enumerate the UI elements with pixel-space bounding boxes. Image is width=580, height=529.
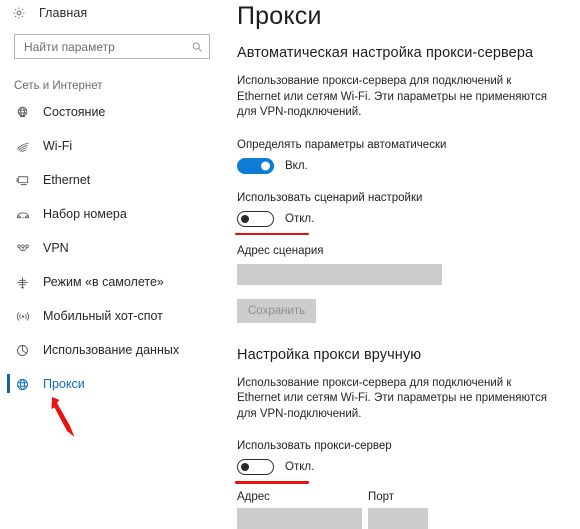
port-input[interactable]: [368, 508, 428, 529]
gear-icon: [12, 6, 27, 21]
sidebar-group-label: Сеть и Интернет: [14, 80, 103, 92]
pie-chart-icon: [14, 342, 31, 359]
use-proxy-toggle[interactable]: [237, 459, 274, 475]
search-input[interactable]: [15, 35, 185, 58]
sidebar-item-label: Мобильный хот-спот: [43, 309, 163, 323]
port-field-group: Порт: [368, 491, 458, 529]
toggle-knob: [261, 161, 270, 170]
globe-status-icon: [14, 104, 31, 121]
sidebar-item-label: Wi-Fi: [43, 139, 73, 153]
use-script-toggle-row: Откл.: [235, 210, 452, 235]
airplane-icon: [14, 274, 31, 291]
sidebar-item-ethernet[interactable]: Ethernet: [0, 169, 228, 191]
use-script-state: Откл.: [285, 212, 315, 225]
address-field-group: Адрес: [237, 491, 368, 529]
ethernet-icon: [14, 172, 31, 189]
proxy-settings-pane: Прокси Автоматическая настройка прокси-с…: [235, 0, 580, 529]
use-script-toggle[interactable]: [237, 210, 274, 227]
sidebar-nav-list: Состояние Wi-Fi Ethernet Набор номера VP…: [0, 101, 228, 395]
port-label: Порт: [368, 491, 395, 503]
dialup-phone-icon: [14, 206, 31, 223]
toggle-knob: [241, 214, 249, 223]
sidebar-item-dialup[interactable]: Набор номера: [0, 203, 228, 225]
vpn-icon: [14, 240, 31, 257]
address-port-row: Адрес Порт: [237, 491, 580, 529]
use-script-label: Использовать сценарий настройки: [237, 191, 423, 204]
address-label: Адрес: [237, 491, 270, 503]
use-proxy-toggle-row: Откл.: [235, 459, 452, 484]
sidebar-item-label: Состояние: [43, 105, 106, 119]
page-title: Прокси: [237, 2, 322, 30]
script-address-label: Адрес сценария: [237, 244, 324, 257]
wifi-icon: [14, 138, 31, 155]
auto-detect-toggle-row: Вкл.: [237, 157, 452, 174]
sidebar-item-mobile-hotspot[interactable]: Мобильный хот-спот: [0, 305, 228, 327]
sidebar-item-label: Ethernet: [43, 173, 91, 187]
toggle-knob: [241, 463, 249, 471]
globe-proxy-icon: [14, 376, 31, 393]
sidebar-item-status[interactable]: Состояние: [0, 101, 228, 123]
auto-detect-toggle[interactable]: [237, 157, 274, 174]
sidebar-item-wifi[interactable]: Wi-Fi: [0, 135, 228, 157]
auto-setup-heading: Автоматическая настройка прокси-сервера: [237, 45, 534, 61]
use-proxy-label: Использовать прокси-сервер: [237, 440, 392, 452]
sidebar-item-label: Прокси: [43, 377, 85, 391]
settings-sidebar: Главная Сеть и Интернет Состояние: [0, 0, 228, 507]
red-underline-annotation: [235, 232, 309, 235]
sidebar-item-home[interactable]: Главная: [0, 2, 228, 24]
sidebar-item-label: VPN: [43, 241, 69, 255]
auto-detect-state: Вкл.: [285, 159, 308, 172]
sidebar-home-label: Главная: [39, 6, 88, 20]
sidebar-item-data-usage[interactable]: Использование данных: [0, 339, 228, 361]
search-icon: [185, 41, 209, 53]
sidebar-item-label: Использование данных: [43, 343, 180, 357]
sidebar-item-label: Набор номера: [43, 207, 127, 221]
script-address-input[interactable]: [237, 263, 442, 285]
auto-setup-description: Использование прокси-сервера для подключ…: [237, 75, 547, 118]
sidebar-item-label: Режим «в самолете»: [43, 275, 164, 289]
sidebar-item-airplane-mode[interactable]: Режим «в самолете»: [0, 271, 228, 293]
manual-setup-heading: Настройка прокси вручную: [237, 346, 422, 363]
sidebar-item-vpn[interactable]: VPN: [0, 237, 228, 259]
auto-detect-label: Определять параметры автоматически: [237, 138, 447, 151]
save-button[interactable]: Сохранить: [237, 298, 317, 323]
sidebar-item-proxy[interactable]: Прокси: [0, 373, 228, 395]
hotspot-icon: [14, 308, 31, 325]
use-proxy-state: Откл.: [285, 461, 315, 473]
search-box[interactable]: [14, 34, 210, 59]
red-underline-annotation: [235, 481, 309, 484]
manual-setup-description: Использование прокси-сервера для подключ…: [237, 376, 547, 420]
address-input[interactable]: [237, 508, 362, 529]
